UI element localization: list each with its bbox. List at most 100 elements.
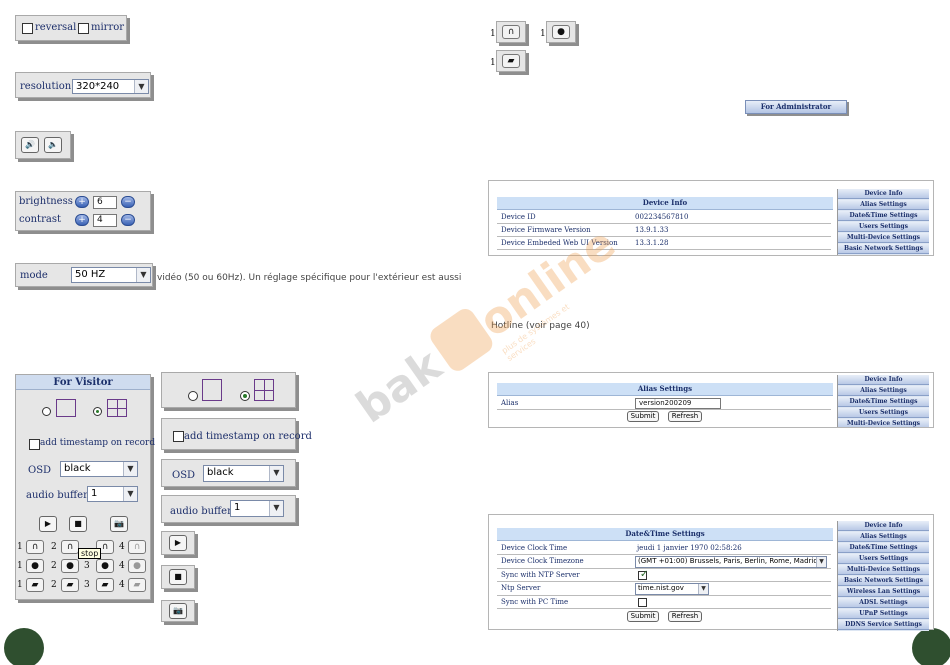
reversal-checkbox[interactable] — [22, 23, 33, 34]
pc-sync-checkbox[interactable] — [638, 598, 647, 607]
submit-button[interactable]: Submit — [627, 411, 659, 422]
menu-item-alias[interactable]: Alias Settings — [838, 532, 929, 542]
menu-item-datetime[interactable]: Date&Time Settings — [838, 211, 929, 221]
menu-item-upnp[interactable]: UPnP Settings — [838, 609, 929, 619]
snapshot-button[interactable]: 📷 — [110, 516, 128, 532]
resolution-value: 320*240 — [76, 81, 120, 92]
audio-buffer-value: 1 — [91, 488, 98, 499]
play-button[interactable]: ▶ — [169, 535, 187, 551]
camera-icon[interactable]: ▰ — [502, 54, 520, 68]
microphone-icon[interactable]: ● — [26, 559, 44, 573]
menu-item-adsl[interactable]: ADSL Settings — [838, 598, 929, 608]
cam-index: 1 — [17, 580, 23, 590]
page-corner-right — [912, 628, 950, 665]
osd-select[interactable]: black ▼ — [60, 461, 138, 477]
timestamp-label: add timestamp on record — [40, 438, 156, 448]
menu-item-ddns[interactable]: DDNS Service Settings — [838, 620, 929, 630]
ntp-server-select[interactable]: time.nist.gov ▼ — [635, 583, 709, 595]
contrast-plus-button[interactable]: + — [75, 214, 89, 226]
admin-button[interactable]: For Administrator — [745, 100, 847, 114]
audio-buffer-select[interactable]: 1 ▼ — [87, 486, 138, 502]
alias-title: Alias Settings — [497, 383, 833, 396]
flip-panel: reversal mirror — [15, 15, 127, 41]
camera-icon[interactable]: ▰ — [26, 578, 44, 592]
headphone-icon[interactable]: ∩ — [61, 540, 79, 554]
datetime-window: Date&Time Settings Device Clock Time jeud… — [488, 514, 934, 631]
osd-label: OSD — [28, 465, 52, 476]
menu-item-device-info[interactable]: Device Info — [838, 375, 929, 385]
menu-item-datetime[interactable]: Date&Time Settings — [838, 397, 929, 407]
headphone-icon[interactable]: ∩ — [128, 540, 146, 554]
datetime-title: Date&Time Settings — [497, 528, 833, 541]
menu-item-wireless-lan[interactable]: Wireless Lan Settings — [838, 587, 929, 597]
camera-icon[interactable]: ▰ — [96, 578, 114, 592]
menu-item-users[interactable]: Users Settings — [838, 554, 929, 564]
audio-buffer-value: 1 — [234, 502, 241, 513]
ntp-sync-checkbox[interactable] — [638, 569, 648, 580]
menu-item-basic-network[interactable]: Basic Network Settings — [838, 576, 929, 586]
menu-item-users[interactable]: Users Settings — [838, 408, 929, 418]
stop-button[interactable]: ■ — [69, 516, 87, 532]
osd-value: black — [207, 467, 234, 478]
headphone-icon[interactable]: ∩ — [502, 25, 520, 39]
sound-icon[interactable]: 🔈 — [44, 137, 62, 153]
menu-item-device-info[interactable]: Device Info — [838, 521, 929, 531]
mirror-checkbox[interactable] — [78, 23, 89, 34]
microphone-icon[interactable]: ● — [552, 25, 570, 39]
resolution-select[interactable]: 320*240 ▼ — [72, 79, 149, 94]
cam-index: 3 — [84, 561, 90, 571]
osd-select[interactable]: black ▼ — [203, 465, 284, 482]
menu-item-multi-device[interactable]: Multi-Device Settings — [838, 233, 929, 243]
row-key: Alias — [501, 399, 519, 407]
menu-item-datetime[interactable]: Date&Time Settings — [838, 543, 929, 553]
microphone-icon[interactable]: ● — [96, 559, 114, 573]
timestamp-zoom-panel: add timestamp on record — [161, 418, 312, 450]
speaker-icon[interactable]: 🔊 — [21, 137, 39, 153]
chevron-down-icon: ▼ — [123, 487, 137, 501]
microphone-icon[interactable]: ● — [128, 559, 146, 573]
menu-item-device-info[interactable]: Device Info — [838, 189, 929, 199]
menu-item-alias[interactable]: Alias Settings — [838, 386, 929, 396]
cam-index: 4 — [119, 580, 125, 590]
page-corner-left — [4, 628, 44, 665]
row-key: Device Clock Timezone — [501, 557, 584, 565]
table-row: Sync with PC Time — [497, 596, 831, 609]
layout-single-radio[interactable] — [188, 391, 198, 401]
audio-icons-panel: 🔊 🔈 — [15, 131, 71, 159]
snapshot-button[interactable]: 📷 — [169, 603, 187, 619]
menu-item-multi-device[interactable]: Multi-Device Settings — [838, 565, 929, 575]
mode-value: 50 HZ — [75, 269, 106, 280]
row-key: Ntp Server — [501, 584, 541, 592]
camera-icon[interactable]: ▰ — [61, 578, 79, 592]
headphone-icon[interactable]: ∩ — [26, 540, 44, 554]
audio-buffer-select[interactable]: 1 ▼ — [230, 500, 284, 517]
ntp-server-value: time.nist.gov — [638, 584, 684, 592]
submit-button[interactable]: Submit — [627, 611, 659, 622]
microphone-icon[interactable]: ● — [61, 559, 79, 573]
mirror-label: mirror — [91, 22, 125, 33]
mode-select[interactable]: 50 HZ ▼ — [71, 267, 151, 283]
stop-zoom-panel: ■ — [161, 565, 195, 589]
timestamp-checkbox[interactable] — [173, 431, 184, 442]
menu-item-basic-network[interactable]: Basic Network Settings — [838, 244, 929, 254]
hotline-text: Hotline (voir page 40) — [491, 321, 590, 331]
camera-icon[interactable]: ▰ — [128, 578, 146, 592]
contrast-label: contrast — [19, 214, 61, 225]
menu-item-multi-device[interactable]: Multi-Device Settings — [838, 419, 929, 427]
timezone-select[interactable]: (GMT +01:00) Brussels, Paris, Berlin, Ro… — [635, 556, 827, 568]
menu-item-users[interactable]: Users Settings — [838, 222, 929, 232]
mode-description: vidéo (50 ou 60Hz). Un réglage spécifiqu… — [157, 273, 462, 283]
play-button[interactable]: ▶ — [39, 516, 57, 532]
timestamp-checkbox[interactable] — [29, 439, 40, 450]
brightness-minus-button[interactable]: − — [121, 196, 135, 208]
layout-quad-radio[interactable] — [240, 391, 250, 401]
stop-button[interactable]: ■ — [169, 569, 187, 585]
refresh-button[interactable]: Refresh — [668, 411, 702, 422]
brightness-plus-button[interactable]: + — [75, 196, 89, 208]
layout-quad-radio[interactable] — [93, 407, 102, 416]
menu-item-alias[interactable]: Alias Settings — [838, 200, 929, 210]
contrast-minus-button[interactable]: − — [121, 214, 135, 226]
alias-input[interactable]: version200209 — [635, 398, 721, 409]
layout-single-radio[interactable] — [42, 407, 51, 416]
refresh-button[interactable]: Refresh — [668, 611, 702, 622]
